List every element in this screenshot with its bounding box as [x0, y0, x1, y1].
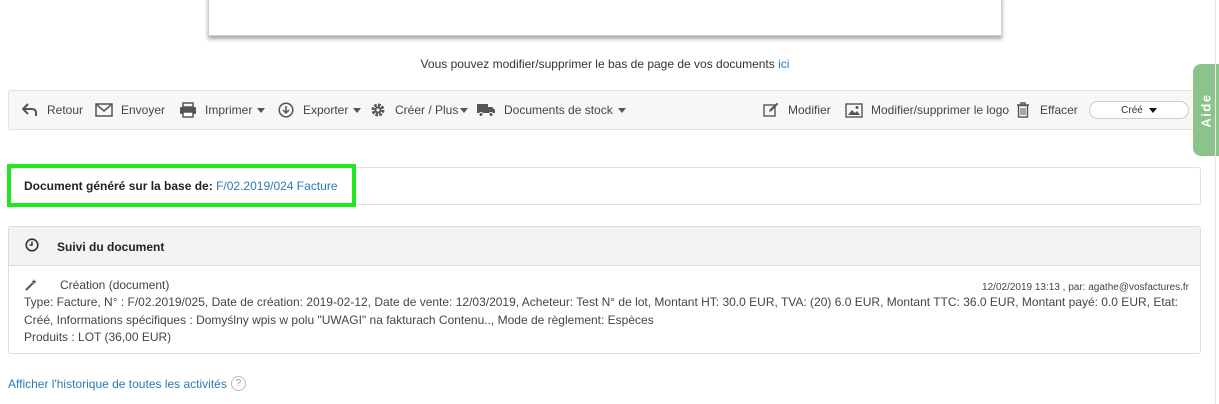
- envelope-icon: [95, 101, 113, 119]
- edit-icon: [762, 101, 780, 119]
- history-link-text: Afficher l'historique de toutes les acti…: [8, 376, 227, 391]
- status-value: Créé: [1121, 104, 1143, 116]
- delete-label: Effacer: [1040, 103, 1078, 117]
- activity-history-link[interactable]: Afficher l'historique de toutes les acti…: [8, 376, 246, 391]
- image-icon: [845, 101, 863, 119]
- chevron-down-icon: [1148, 107, 1157, 113]
- back-arrow-icon: [21, 101, 39, 119]
- back-label: Retour: [47, 103, 84, 117]
- back-button[interactable]: Retour: [21, 91, 83, 129]
- activity-event: Création (document): [60, 278, 170, 292]
- truck-icon: [476, 101, 496, 119]
- gear-icon: [369, 101, 387, 119]
- chevron-down-icon: [257, 107, 266, 113]
- create-more-label: Créer / Plus: [395, 103, 459, 117]
- activity-entry: Création (document) 12/02/2019 13:13 , p…: [24, 277, 1189, 347]
- print-dropdown[interactable]: Imprimer: [179, 91, 266, 129]
- printer-icon: [179, 101, 197, 119]
- edit-label: Modifier: [788, 103, 831, 117]
- print-label: Imprimer: [205, 103, 253, 117]
- activity-details: Type: Facture, N° : F/02.2019/025, Date …: [24, 295, 1178, 327]
- document-tracking-panel: Suivi du document Création (document) 12…: [8, 226, 1201, 354]
- send-button[interactable]: Envoyer: [95, 91, 165, 129]
- stock-documents-label: Documents de stock: [504, 103, 613, 117]
- generated-from-label: Document généré sur la base de:: [24, 179, 213, 193]
- edit-logo-label: Modifier/supprimer le logo: [871, 103, 1010, 117]
- stock-documents-dropdown[interactable]: Documents de stock: [476, 91, 626, 129]
- download-circle-icon: [277, 101, 295, 119]
- page-scrollbar-track: [1215, 0, 1216, 404]
- generated-from-text: Document généré sur la base de: F/02.201…: [24, 179, 338, 193]
- export-label: Exporter: [303, 103, 349, 117]
- delete-button[interactable]: Effacer: [1014, 91, 1078, 129]
- export-dropdown[interactable]: Exporter: [277, 91, 362, 129]
- chevron-down-icon: [617, 107, 626, 113]
- tracking-title: Suivi du document: [57, 240, 165, 254]
- footer-note: Vous pouvez modifier/supprimer le bas de…: [0, 57, 1210, 71]
- footer-edit-link[interactable]: ici: [778, 57, 789, 71]
- document-toolbar: Retour Envoyer Imprimer Exporter Créer /…: [8, 90, 1201, 130]
- document-page-preview: [208, 0, 1002, 36]
- clock-icon: [25, 238, 39, 255]
- magic-wand-icon: [24, 278, 38, 298]
- help-tab-label: Aide: [1198, 92, 1214, 128]
- chevron-down-icon: [460, 107, 469, 113]
- source-invoice-link[interactable]: F/02.2019/024 Facture: [216, 179, 337, 193]
- edit-logo-button[interactable]: Modifier/supprimer le logo: [845, 91, 1009, 129]
- send-label: Envoyer: [121, 103, 166, 117]
- status-select[interactable]: Créé: [1089, 101, 1189, 119]
- activity-products: Produits : LOT (36,00 EUR): [24, 330, 172, 344]
- create-more-dropdown[interactable]: Créer / Plus: [369, 91, 469, 129]
- tracking-panel-header: Suivi du document: [9, 227, 1200, 266]
- edit-button[interactable]: Modifier: [762, 91, 831, 129]
- trash-icon: [1014, 101, 1032, 119]
- footer-note-text: Vous pouvez modifier/supprimer le bas de…: [420, 57, 775, 71]
- activity-meta: 12/02/2019 13:13 , par: agathe@vosfactur…: [982, 282, 1189, 293]
- question-icon[interactable]: ?: [230, 376, 246, 391]
- chevron-down-icon: [353, 107, 362, 113]
